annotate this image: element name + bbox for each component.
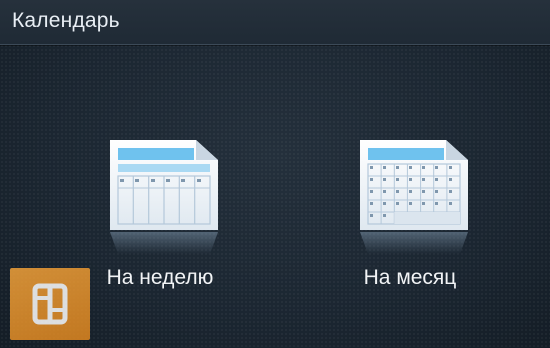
week-view-label: На неделю (106, 266, 214, 289)
week-calendar-icon (110, 140, 218, 254)
month-calendar-icon (360, 140, 468, 254)
title-bar: Календарь (0, 0, 550, 45)
watermark-glyph-icon (32, 283, 68, 325)
week-view-button[interactable]: На неделю (75, 130, 245, 290)
watermark-logo (10, 268, 90, 340)
month-view-label: На месяц (363, 266, 457, 289)
month-view-button[interactable]: На месяц (325, 130, 495, 290)
page-title: Календарь (12, 9, 120, 32)
